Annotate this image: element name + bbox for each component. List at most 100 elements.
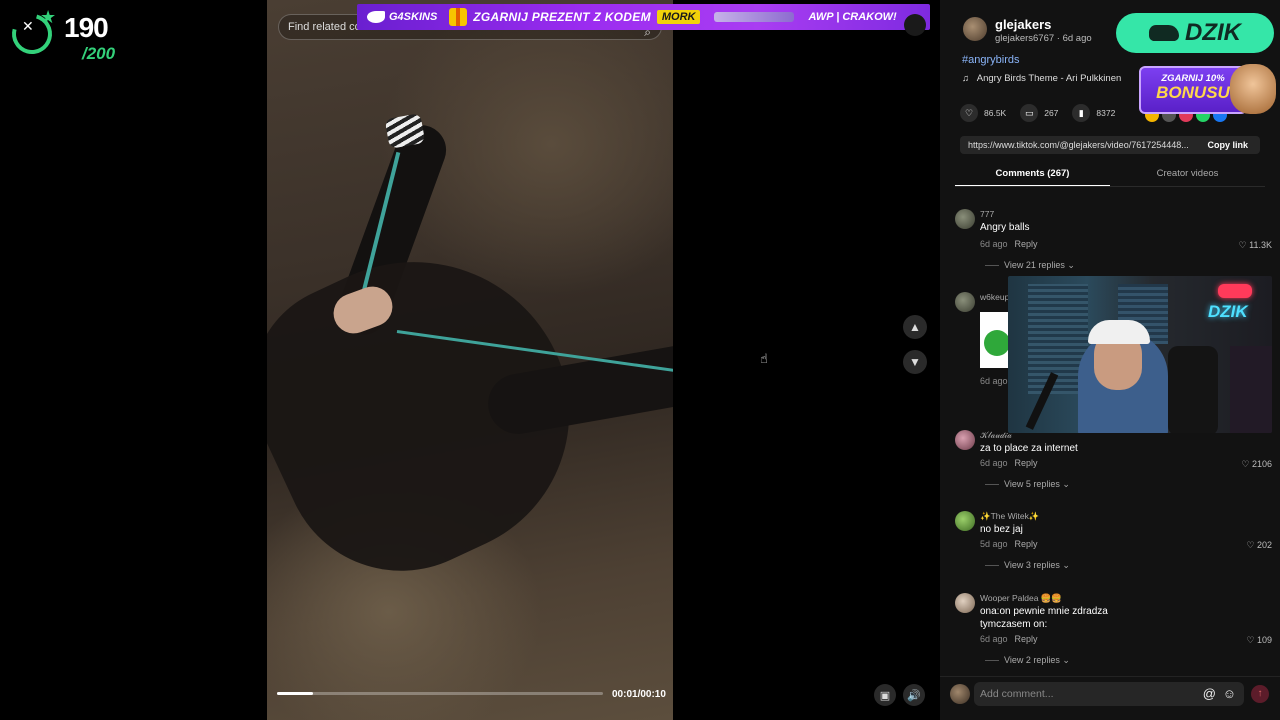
shark-icon	[367, 11, 385, 23]
cross-icon: ✕	[22, 18, 34, 34]
cam-neon-sign: DZIK	[1208, 302, 1248, 321]
music-title: Angry Birds Theme - Ari Pulkkinen	[976, 73, 1122, 84]
save-count: 8372	[1096, 108, 1116, 118]
current-user-avatar	[950, 684, 970, 704]
boar-neon-icon	[1218, 284, 1252, 298]
comment-button[interactable]: ▭ 267	[1020, 104, 1058, 122]
view-replies-button[interactable]: View 2 replies ⌄	[985, 655, 1070, 666]
goal-counter: ✕ ★ 190 /200	[4, 6, 130, 63]
comment-sticker-image	[980, 312, 1010, 368]
add-comment-input[interactable]: Add comment... @ ☺	[974, 682, 1244, 706]
video-progress-fill	[277, 692, 313, 695]
emoji-icon[interactable]: ☺	[1223, 682, 1236, 706]
gift-icon	[449, 8, 468, 26]
comment-likes[interactable]: ♡ 2106	[1241, 459, 1272, 470]
close-icon[interactable]	[904, 14, 926, 36]
comment-meta: 5d ago Reply	[980, 539, 1038, 549]
streamer-webcam: DZIK	[1008, 276, 1272, 433]
comment-text: Angry balls	[980, 222, 1030, 233]
volume-icon: 🔊	[907, 689, 921, 702]
commenter-name[interactable]: Wooper Paldea 🍔🍔	[980, 593, 1062, 604]
comment-time: 6d ago	[980, 634, 1008, 644]
dzik-sponsor-logo: DZIK	[1116, 13, 1274, 53]
tab-comments[interactable]: Comments (267)	[955, 163, 1110, 187]
commenter-avatar[interactable]	[955, 292, 975, 312]
angry-bird-icon	[984, 330, 1010, 356]
bookmark-icon: ▮	[1072, 104, 1091, 122]
author-name[interactable]: glejakers	[995, 17, 1051, 32]
share-link-url: https://www.tiktok.com/@glejakers/video/…	[968, 140, 1189, 150]
comment-text: za to place za internet	[980, 443, 1078, 454]
commenter-name[interactable]: w6keup	[980, 292, 1009, 302]
view-replies-button[interactable]: View 5 replies ⌄	[985, 479, 1070, 490]
heart-icon: ♡	[1246, 635, 1255, 645]
comment-time: 6d ago	[980, 239, 1008, 249]
star-icon: ★	[40, 7, 57, 27]
chevron-down-icon: ⌄	[1062, 560, 1070, 570]
music-track[interactable]: ♫ Angry Birds Theme - Ari Pulkkinen	[962, 73, 1121, 84]
previous-video-button[interactable]: ▲	[903, 315, 927, 339]
banner-code: MORK	[656, 10, 701, 24]
view-replies-button[interactable]: View 3 replies ⌄	[985, 560, 1070, 571]
comment-time: 5d ago	[980, 539, 1008, 549]
banner-promo-text: ZGARNIJ PREZENT Z KODEM	[473, 10, 651, 24]
view-replies-button[interactable]: View 21 replies ⌄	[985, 260, 1075, 271]
post-stats: ♡ 86.5K ▭ 267 ▮ 8372	[960, 104, 1115, 122]
video-time: 00:01/00:10	[612, 689, 666, 700]
goal-count: 190	[64, 12, 109, 43]
comment-text: ona:on pewnie mnie zdradza tymczasem on:	[980, 606, 1108, 630]
share-link-box[interactable]: https://www.tiktok.com/@glejakers/video/…	[960, 136, 1260, 154]
commenter-name[interactable]: 𝒦𝓁𝒶𝓊𝒹𝒾𝒶	[980, 430, 1012, 441]
reply-button[interactable]: Reply	[1015, 634, 1038, 644]
hand-cursor-icon: ☝	[760, 351, 768, 366]
hashtag-link[interactable]: #angrybirds	[962, 54, 1019, 66]
reply-button[interactable]: Reply	[1015, 458, 1038, 468]
comment-icon: ▭	[1020, 104, 1039, 122]
volume-button[interactable]: 🔊	[903, 684, 925, 706]
comment-likes[interactable]: ♡ 109	[1246, 635, 1272, 646]
commenter-avatar[interactable]	[955, 209, 975, 229]
comment-time: 6d ago	[980, 458, 1008, 468]
heart-icon: ♡	[1238, 240, 1247, 250]
comment-meta: 6d ago Reply	[980, 458, 1038, 468]
comment-like-count: 109	[1256, 635, 1272, 645]
like-button[interactable]: ♡ 86.5K	[960, 104, 1006, 122]
save-button[interactable]: ▮ 8372	[1072, 104, 1115, 122]
comment-like-count: 2106	[1251, 459, 1272, 469]
mascot-image	[1230, 64, 1276, 114]
video-player[interactable]	[267, 0, 673, 720]
comment-likes[interactable]: ♡ 11.3K	[1239, 240, 1272, 251]
commenter-name[interactable]: 777	[980, 209, 994, 219]
commenter-avatar[interactable]	[955, 430, 975, 450]
comment-likes[interactable]: ♡ 202	[1246, 540, 1272, 551]
author-meta: glejakers6767 · 6d ago	[995, 33, 1092, 44]
banner-tail: AWP | CRAKOW!	[808, 11, 897, 23]
pip-icon: ▣	[879, 689, 891, 702]
view-replies-label: View 21 replies	[1004, 260, 1065, 270]
heart-icon: ♡	[1246, 540, 1255, 550]
view-replies-label: View 5 replies	[1004, 479, 1060, 489]
promo-banner[interactable]: G4SKINS ZGARNIJ PREZENT Z KODEM MORK AWP…	[357, 4, 930, 30]
g4skins-logo: G4SKINS	[367, 11, 437, 23]
comment-meta: 6d ago Reply	[980, 634, 1038, 644]
heart-icon: ♡	[960, 104, 978, 122]
music-icon: ♫	[962, 73, 970, 84]
author-avatar[interactable]	[963, 17, 987, 41]
commenter-avatar[interactable]	[955, 511, 975, 531]
reply-button[interactable]: Reply	[1015, 539, 1038, 549]
mention-icon[interactable]: @	[1203, 682, 1216, 706]
next-video-button[interactable]: ▼	[903, 350, 927, 374]
video-progress-bar[interactable]	[277, 692, 603, 695]
banner-brand: G4SKINS	[389, 11, 438, 23]
tab-creator-videos[interactable]: Creator videos	[1110, 163, 1265, 187]
commenter-name[interactable]: ✨The Witek✨	[980, 511, 1039, 522]
goal-total: /200	[82, 44, 116, 63]
commenter-avatar[interactable]	[955, 593, 975, 613]
copy-link-button[interactable]: Copy link	[1207, 136, 1248, 154]
chevron-down-icon: ⌄	[1062, 655, 1070, 665]
pip-button[interactable]: ▣	[874, 684, 896, 706]
chevron-down-icon: ⌄	[1062, 479, 1070, 489]
reply-button[interactable]: Reply	[1015, 239, 1038, 249]
send-comment-button[interactable]: ↑	[1251, 685, 1269, 703]
comment-text: no bez jaj	[980, 524, 1023, 535]
